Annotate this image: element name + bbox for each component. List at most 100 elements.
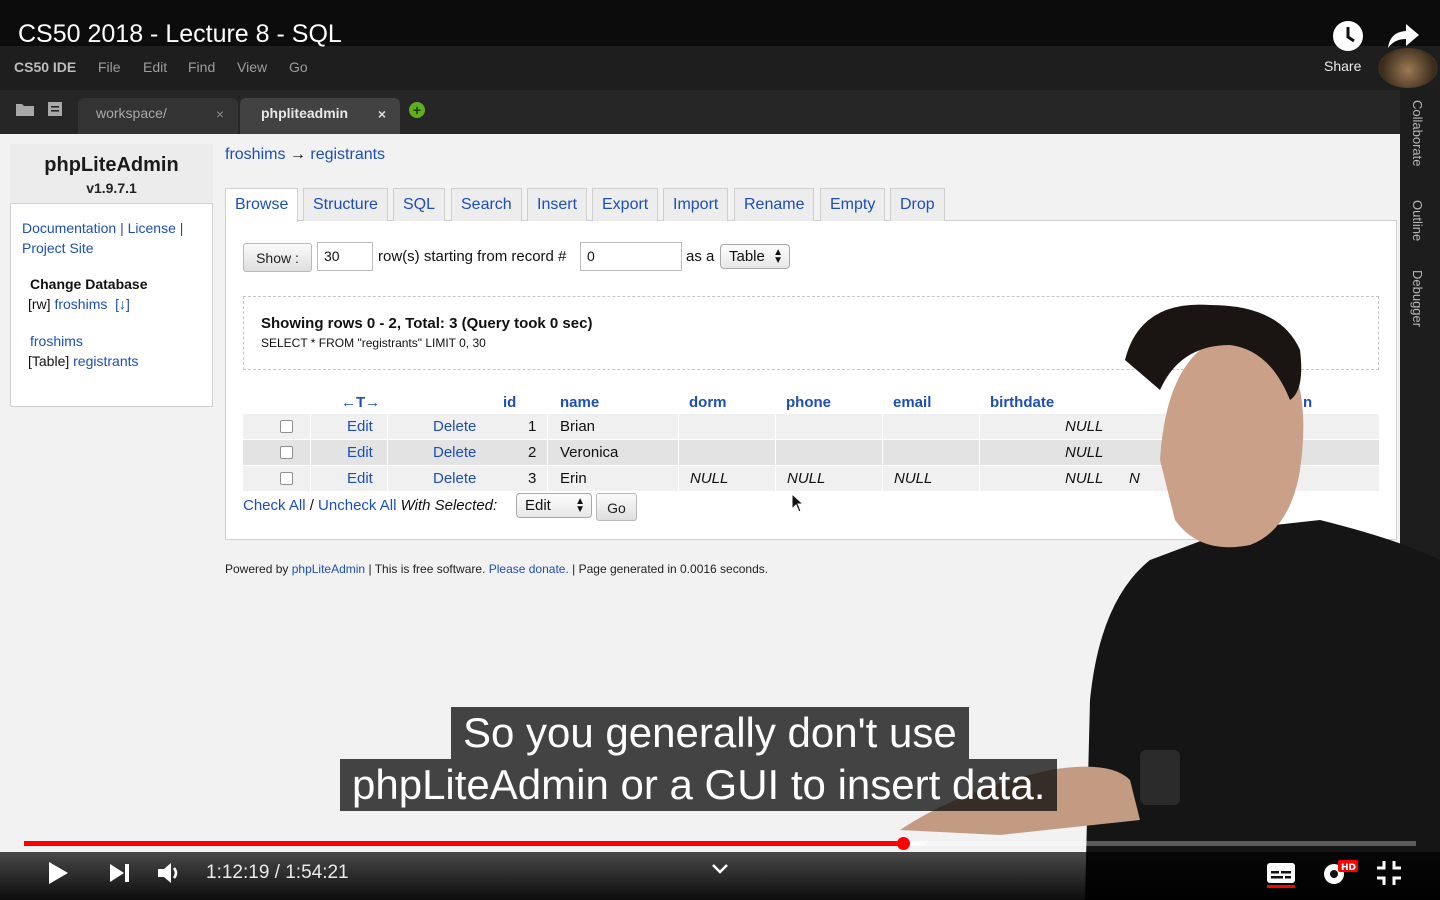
start-record-input[interactable]: 0 <box>580 242 682 271</box>
row-edit-link[interactable]: Edit <box>347 418 373 435</box>
cell-name: Erin <box>560 470 587 487</box>
svg-text:HD: HD <box>1341 863 1356 873</box>
add-tab-icon[interactable]: + <box>409 102 425 118</box>
ide-menu-view[interactable]: View <box>237 59 267 75</box>
column-divider <box>979 414 980 491</box>
tab-export[interactable]: Export <box>592 188 659 221</box>
column-header-dorm[interactable]: dorm <box>689 394 727 411</box>
row-delete-link[interactable]: Delete <box>433 470 476 487</box>
play-icon[interactable] <box>46 860 70 891</box>
rows-count-input[interactable]: 30 <box>317 242 373 271</box>
ide-menu-file[interactable]: File <box>98 59 121 75</box>
collaborate-panel-tab[interactable]: Collaborate <box>1410 100 1425 167</box>
tab-search[interactable]: Search <box>451 188 522 221</box>
row-delete-link[interactable]: Delete <box>433 418 476 435</box>
breadcrumb-table[interactable]: registrants <box>310 146 385 163</box>
channel-avatar[interactable] <box>1378 48 1438 88</box>
donate-link[interactable]: Please donate. <box>489 562 569 576</box>
tree-table-prefix: [Table] <box>28 353 70 369</box>
document-list-icon[interactable] <box>46 102 64 119</box>
column-header-id[interactable]: id <box>503 394 516 411</box>
license-link[interactable]: License <box>128 220 176 236</box>
watch-later-icon[interactable] <box>1332 20 1364 57</box>
outline-panel-tab[interactable]: Outline <box>1410 200 1425 241</box>
ide-tab-workspace[interactable]: workspace/ × <box>78 98 238 134</box>
tab-rename[interactable]: Rename <box>734 188 815 221</box>
next-icon[interactable] <box>108 862 132 889</box>
settings-hd-icon[interactable]: HD <box>1320 858 1360 893</box>
tab-browse[interactable]: Browse <box>225 188 299 222</box>
row-edit-link[interactable]: Edit <box>347 470 373 487</box>
debugger-panel-tab[interactable]: Debugger <box>1410 270 1425 327</box>
as-a-label: as a <box>686 248 715 265</box>
progress-played[interactable] <box>24 841 904 846</box>
cell-name: Veronica <box>560 444 619 461</box>
sort-header[interactable]: ←T→ <box>341 394 380 411</box>
row-checkbox[interactable] <box>280 446 293 459</box>
check-all-link[interactable]: Check All <box>243 497 306 514</box>
go-button[interactable]: Go <box>596 493 637 521</box>
row-checkbox[interactable] <box>280 420 293 433</box>
bulk-action-select[interactable]: Edit ▲ ▼ <box>516 493 592 518</box>
ide-brand: CS50 IDE <box>14 59 77 75</box>
uncheck-all-link[interactable]: Uncheck All <box>318 497 396 514</box>
row-edit-link[interactable]: Edit <box>347 444 373 461</box>
footer-app-link[interactable]: phpLiteAdmin <box>292 562 365 576</box>
exit-fullscreen-icon[interactable] <box>1376 860 1402 891</box>
row-checkbox[interactable] <box>280 472 293 485</box>
mouse-pointer-icon <box>791 492 805 518</box>
tree-database-link[interactable]: froshims <box>30 333 83 349</box>
cell-birthdate: NULL <box>1065 418 1104 435</box>
close-icon[interactable]: × <box>378 106 386 122</box>
link-separator: | <box>120 220 124 236</box>
tab-insert[interactable]: Insert <box>527 188 588 221</box>
rows-label: row(s) starting from record # <box>378 248 567 265</box>
tab-drop[interactable]: Drop <box>890 188 945 221</box>
footer-text: Powered by <box>225 562 289 576</box>
tab-structure[interactable]: Structure <box>303 188 388 221</box>
query-result-box <box>243 296 1379 370</box>
project-site-link[interactable]: Project Site <box>22 240 94 256</box>
tab-empty[interactable]: Empty <box>820 188 886 221</box>
share-label[interactable]: Share <box>1324 58 1361 74</box>
breadcrumb: froshims → registrants <box>225 146 385 164</box>
column-header-name[interactable]: name <box>560 394 599 411</box>
cell-id: 2 <box>528 444 537 461</box>
ide-tab-phpliteadmin[interactable]: phpliteadmin × <box>240 98 400 134</box>
tree-table-link[interactable]: registrants <box>73 353 138 369</box>
column-header-birthdate[interactable]: birthdate <box>990 394 1054 411</box>
column-divider <box>547 414 548 491</box>
breadcrumb-database[interactable]: froshims <box>225 146 285 163</box>
view-type-select[interactable]: Table ▲ ▼ <box>720 244 790 269</box>
chevron-down-icon[interactable] <box>711 862 729 880</box>
tab-import[interactable]: Import <box>663 188 729 221</box>
column-header-phone[interactable]: phone <box>786 394 831 411</box>
row-delete-link[interactable]: Delete <box>433 444 476 461</box>
cell-email: NULL <box>894 470 933 487</box>
column-header-partial[interactable]: n <box>1303 394 1312 411</box>
close-icon[interactable]: × <box>216 106 224 122</box>
link-separator: | <box>179 220 184 236</box>
select-arrows-icon: ▲ ▼ <box>575 496 585 515</box>
subtitles-icon[interactable] <box>1266 860 1296 893</box>
database-link[interactable]: froshims <box>54 296 107 312</box>
ide-menu-go[interactable]: Go <box>289 59 308 75</box>
documentation-link[interactable]: Documentation <box>22 220 116 236</box>
ide-menu-find[interactable]: Find <box>188 59 215 75</box>
ide-menu-edit[interactable]: Edit <box>143 59 167 75</box>
query-sql: SELECT * FROM "registrants" LIMIT 0, 30 <box>261 336 486 350</box>
download-database-link[interactable]: [↓] <box>115 296 130 312</box>
with-selected-label: With Selected: <box>400 497 498 514</box>
volume-icon[interactable] <box>156 860 184 891</box>
column-header-email[interactable]: email <box>893 394 931 411</box>
tab-sql[interactable]: SQL <box>393 188 446 221</box>
cell-id: 1 <box>528 418 537 435</box>
folder-icon[interactable] <box>16 102 34 119</box>
cell-id: 3 <box>528 470 537 487</box>
video-title[interactable]: CS50 2018 - Lecture 8 - SQL <box>18 20 342 49</box>
footer-text: | This is free software. <box>368 562 486 576</box>
show-button[interactable]: Show : <box>243 243 312 272</box>
video-frame[interactable]: CS50 IDE File Edit Find View Go workspac… <box>0 0 1440 900</box>
caption-line: So you generally don't use <box>451 707 969 759</box>
bulk-action-value: Edit <box>525 497 551 514</box>
